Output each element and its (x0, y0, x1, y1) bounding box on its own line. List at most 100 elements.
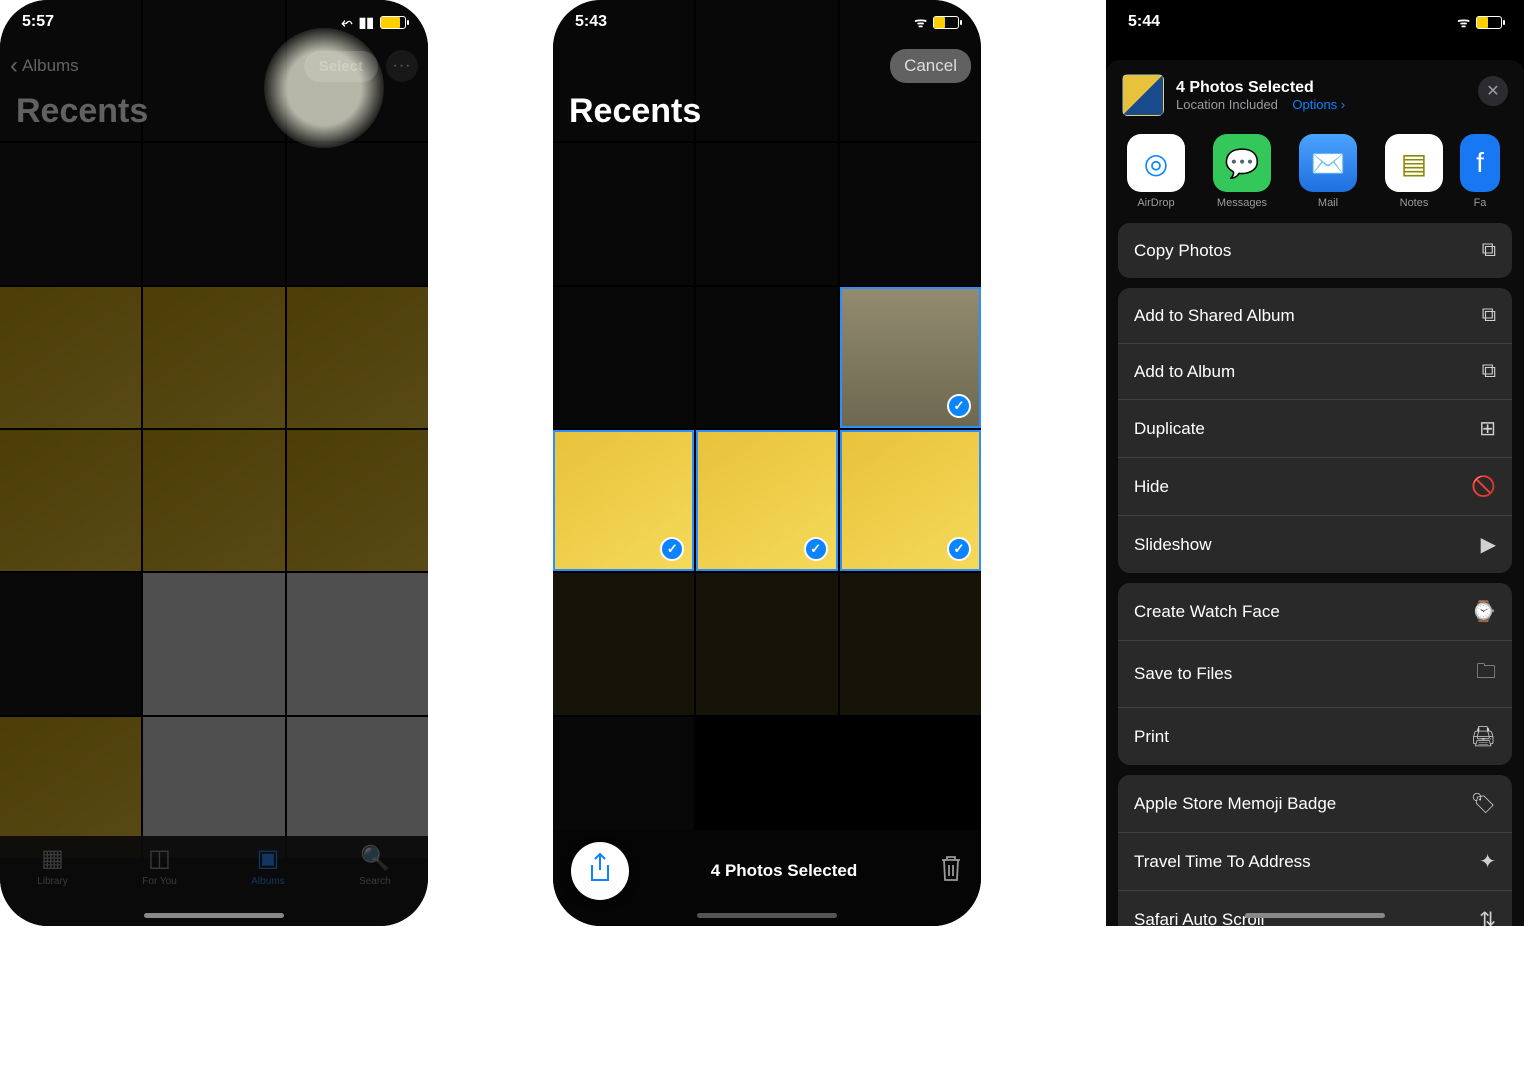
share-sheet: 4 Photos Selected Location Included Opti… (1106, 60, 1524, 926)
photo-thumb[interactable] (143, 573, 284, 714)
photo-thumb[interactable] (553, 143, 694, 284)
tab-library[interactable]: ▦ Library (37, 844, 68, 887)
search-icon: 🔍 (360, 844, 390, 873)
status-bar: 5:43 ᯤ (553, 0, 981, 44)
photo-thumb-selected[interactable]: ✓ (840, 430, 981, 571)
options-link[interactable]: Options › (1292, 97, 1345, 112)
close-icon: ✕ (1486, 81, 1499, 101)
home-indicator[interactable] (697, 913, 837, 918)
action-hide[interactable]: Hide 🚫 (1118, 458, 1512, 516)
action-duplicate[interactable]: Duplicate ⊞ (1118, 400, 1512, 458)
photo-thumb[interactable] (840, 143, 981, 284)
slideshow-icon: ▶ (1481, 532, 1496, 557)
nav-bar: ‹ Albums Select ··· (0, 44, 428, 88)
action-copy-photos[interactable]: Copy Photos ⧉ (1118, 223, 1512, 278)
chevron-right-icon: › (1341, 97, 1345, 112)
action-safari-scroll[interactable]: Safari Auto Scroll ⇅ (1118, 891, 1512, 926)
home-indicator[interactable] (144, 913, 284, 918)
photo-thumb[interactable] (0, 143, 141, 284)
airdrop-icon: ◎ (1127, 134, 1185, 192)
photo-thumb[interactable] (553, 573, 694, 714)
checkmark-icon: ✓ (660, 537, 684, 561)
wifi-icon: ᯤ (914, 13, 927, 32)
cancel-button[interactable]: Cancel (890, 49, 971, 83)
shared-album-icon: ⧉ (1482, 304, 1496, 327)
sparkle-icon: ✦ (1479, 849, 1496, 874)
hide-icon: 🚫 (1471, 474, 1496, 499)
more-button[interactable]: ··· (386, 50, 418, 82)
tab-search[interactable]: 🔍 Search (359, 844, 391, 887)
wifi-icon: ⬿ (341, 14, 352, 31)
chevron-left-icon: ‹ (10, 52, 18, 80)
action-save-files[interactable]: Save to Files 🗀 (1118, 641, 1512, 708)
ellipsis-icon: ··· (393, 57, 412, 75)
tab-foryou[interactable]: ◫ For You (142, 844, 176, 887)
album-icon: ⧉ (1482, 360, 1496, 383)
signal-icon: ▮▮ (359, 14, 374, 31)
photo-thumb[interactable] (696, 573, 837, 714)
photo-thumb-selected[interactable]: ✓ (840, 287, 981, 428)
photo-thumb[interactable] (0, 430, 141, 571)
status-indicators: ᯤ (914, 13, 959, 32)
action-travel-time[interactable]: Travel Time To Address ✦ (1118, 833, 1512, 891)
action-group-3: Create Watch Face ⌚ Save to Files 🗀 Prin… (1118, 583, 1512, 765)
photo-thumb[interactable] (143, 143, 284, 284)
facebook-icon: f (1460, 134, 1500, 192)
checkmark-icon: ✓ (947, 394, 971, 418)
photo-thumb[interactable] (0, 573, 141, 714)
status-time: 5:57 (22, 13, 54, 31)
watch-icon: ⌚ (1471, 599, 1496, 624)
back-button[interactable]: ‹ Albums (10, 52, 79, 80)
photo-thumb-selected[interactable]: ✓ (696, 430, 837, 571)
battery-icon (1476, 16, 1502, 29)
action-memoji-badge[interactable]: Apple Store Memoji Badge 🏷 (1118, 775, 1512, 833)
share-target-facebook[interactable]: f Fa (1466, 134, 1494, 209)
wifi-icon: ᯤ (1457, 13, 1470, 32)
duplicate-icon: ⊞ (1479, 416, 1496, 441)
action-group-1: Copy Photos ⧉ (1118, 223, 1512, 278)
share-button[interactable] (571, 842, 629, 900)
photo-thumb[interactable] (287, 573, 428, 714)
action-print-dimmed[interactable]: Print 🖨 (1118, 708, 1512, 765)
photo-thumb[interactable] (840, 573, 981, 714)
library-icon: ▦ (41, 844, 64, 873)
home-indicator[interactable] (1245, 913, 1385, 918)
photo-thumb[interactable] (143, 287, 284, 428)
tab-albums[interactable]: ▣ Albums (251, 844, 284, 887)
action-group-2: Add to Shared Album ⧉ Add to Album ⧉ Dup… (1118, 288, 1512, 573)
photo-thumb[interactable] (287, 430, 428, 571)
delete-button[interactable] (939, 854, 963, 889)
messages-icon: 💬 (1213, 134, 1271, 192)
share-target-messages[interactable]: 💬 Messages (1208, 134, 1276, 209)
action-add-album[interactable]: Add to Album ⧉ (1118, 344, 1512, 400)
page-title: Recents (16, 92, 148, 131)
share-targets-row[interactable]: ◎ AirDrop 💬 Messages ✉️ Mail ▤ Notes f F… (1106, 130, 1524, 223)
share-target-airdrop[interactable]: ◎ AirDrop (1122, 134, 1190, 209)
screen-3-share-sheet: 5:44 ᯤ 4 Photos Selected Location Includ… (1106, 0, 1524, 926)
select-button[interactable]: Select (304, 51, 378, 82)
actions-list: Copy Photos ⧉ Add to Shared Album ⧉ Add … (1106, 223, 1524, 926)
close-button[interactable]: ✕ (1478, 76, 1508, 106)
share-sheet-title: 4 Photos Selected (1176, 79, 1345, 97)
action-watch-face[interactable]: Create Watch Face ⌚ (1118, 583, 1512, 641)
header-thumbnail (1122, 74, 1164, 116)
photo-thumb[interactable] (287, 143, 428, 284)
photo-thumb[interactable] (553, 287, 694, 428)
share-target-notes[interactable]: ▤ Notes (1380, 134, 1448, 209)
photo-thumb[interactable] (0, 287, 141, 428)
nav-bar: Cancel (553, 44, 981, 88)
photo-thumb[interactable] (143, 430, 284, 571)
photo-thumb-selected[interactable]: ✓ (553, 430, 694, 571)
checkmark-icon: ✓ (947, 537, 971, 561)
photo-thumb[interactable] (696, 287, 837, 428)
status-indicators: ᯤ (1457, 13, 1502, 32)
share-target-mail[interactable]: ✉️ Mail (1294, 134, 1362, 209)
photo-thumb[interactable] (287, 287, 428, 428)
selected-count-label: 4 Photos Selected (711, 861, 857, 881)
photo-thumb[interactable] (696, 143, 837, 284)
trash-icon (939, 854, 963, 882)
folder-icon: 🗀 (1476, 657, 1496, 691)
action-slideshow[interactable]: Slideshow ▶ (1118, 516, 1512, 573)
back-label: Albums (22, 56, 79, 76)
action-add-shared-album[interactable]: Add to Shared Album ⧉ (1118, 288, 1512, 344)
